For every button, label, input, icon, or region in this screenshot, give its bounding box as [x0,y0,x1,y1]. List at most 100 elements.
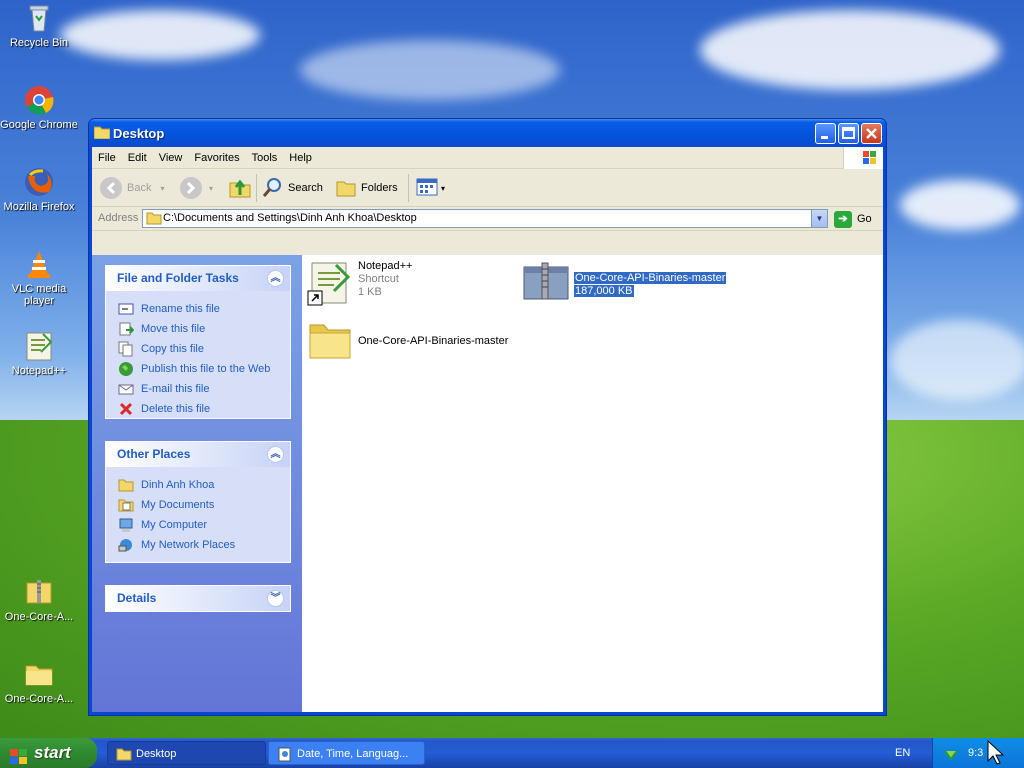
place-my-documents[interactable]: My Documents [118,495,290,515]
place-user-folder[interactable]: Dinh Anh Khoa [118,475,290,495]
back-button[interactable]: Back ▾ [100,175,164,201]
menu-tools[interactable]: Tools [246,147,284,169]
forward-arrow-icon [180,177,202,199]
desktop-icon-label: Google Chrome [0,119,78,131]
chevron-up-icon[interactable]: ︽ [267,270,284,287]
taskbar-item-date-time[interactable]: Date, Time, Languag... [268,741,425,765]
maximize-icon [842,127,855,139]
close-icon [866,128,877,139]
cloud [890,320,1024,400]
start-button[interactable]: start [0,738,97,768]
folders-button[interactable]: Folders [335,175,398,201]
file-item-zip-selected[interactable]: One-Core-API-Binaries-master 187,000 KB [522,259,727,307]
task-move[interactable]: Move this file [118,319,290,339]
globe-icon [118,361,134,377]
zip-folder-icon [23,576,55,608]
taskbar-item-label: Date, Time, Languag... [297,748,409,760]
network-icon [118,537,134,553]
desktop-icon-recycle-bin[interactable]: Recycle Bin [0,2,78,49]
mouse-cursor-icon [986,739,1005,768]
address-bar: Address C:\Documents and Settings\Dinh A… [92,207,883,231]
file-name: One-Core-API-Binaries-master [574,272,727,284]
place-label: My Documents [141,499,215,511]
menu-favorites[interactable]: Favorites [188,147,245,169]
delete-icon [118,401,134,417]
task-publish-web[interactable]: Publish this file to the Web [118,359,290,379]
toolbar-separator [408,174,409,202]
network-tray-icon[interactable] [943,745,959,768]
panel-header[interactable]: Other Places ︽ [106,442,290,467]
desktop-icon-notepadpp[interactable]: Notepad++ [0,330,78,377]
address-field[interactable]: C:\Documents and Settings\Dinh Anh Khoa\… [142,209,828,228]
panel-header[interactable]: File and Folder Tasks ︽ [106,266,290,291]
panel-title: Other Places [117,447,191,461]
task-copy[interactable]: Copy this file [118,339,290,359]
taskbar-item-desktop[interactable]: Desktop [107,741,266,765]
search-label: Search [288,182,323,194]
place-network[interactable]: My Network Places [118,535,290,555]
up-folder-button[interactable] [228,175,252,201]
task-pane: File and Folder Tasks ︽ Rename this file… [92,255,302,712]
desktop-icon-vlc[interactable]: VLC media player [0,248,78,307]
desktop-icon-mozilla-firefox[interactable]: Mozilla Firefox [0,166,78,213]
file-size: 187,000 KB [574,285,634,297]
search-icon [262,176,284,201]
clock[interactable]: 9:3 [968,738,983,768]
desktop-icon-label: One-Core-A... [4,693,74,705]
address-label: Address [98,212,139,224]
task-email[interactable]: E-mail this file [118,379,290,399]
taskbar-item-label: Desktop [136,748,177,760]
place-my-computer[interactable]: My Computer [118,515,290,535]
search-button[interactable]: Search [262,175,323,201]
computer-icon [118,517,134,533]
menu-help[interactable]: Help [283,147,318,169]
firefox-icon [23,166,55,198]
desktop-icon-folder[interactable]: One-Core-A... [0,658,78,705]
desktop-icon-zip[interactable]: One-Core-A... [0,576,78,623]
my-documents-icon [118,497,134,513]
forward-dropdown-icon: ▾ [209,183,214,193]
task-label: Publish this file to the Web [141,363,271,375]
chevron-up-icon[interactable]: ︽ [267,446,284,463]
task-label: Delete this file [141,403,211,415]
folders-label: Folders [361,182,398,194]
panel-title: File and Folder Tasks [117,271,239,285]
close-button[interactable] [861,123,882,144]
menu-bar: File Edit View Favorites Tools Help [92,147,883,169]
details-panel: Details ︾ [105,585,291,612]
place-label: My Computer [141,519,208,531]
place-label: Dinh Anh Khoa [141,479,215,491]
title-bar[interactable]: Desktop [89,119,886,147]
windows-flag-icon [10,745,28,764]
task-label: Copy this file [141,343,204,355]
toolbar: Back ▾ ▾ Search Folders ▾ [92,169,883,207]
go-button[interactable]: ➔ Go [834,210,872,228]
recycle-bin-icon [23,2,55,34]
back-arrow-icon [100,177,122,199]
menu-view[interactable]: View [153,147,189,169]
chevron-down-icon[interactable]: ︾ [267,590,284,607]
views-button[interactable]: ▾ [415,175,445,201]
address-dropdown-button[interactable]: ▼ [811,210,827,227]
maximize-button[interactable] [838,123,859,144]
language-indicator[interactable]: EN [895,738,910,768]
file-item-folder[interactable]: One-Core-API-Binaries-master [306,317,508,365]
folders-icon [335,176,357,201]
file-list: Notepad++ Shortcut 1 KB One-Core-API-Bin… [302,255,883,712]
file-size: 1 KB [358,286,382,298]
task-rename[interactable]: Rename this file [118,299,290,319]
panel-header[interactable]: Details ︾ [106,586,290,611]
task-label: E-mail this file [141,383,210,395]
file-folder-tasks-panel: File and Folder Tasks ︽ Rename this file… [105,265,291,419]
menu-edit[interactable]: Edit [122,147,153,169]
menu-file[interactable]: File [92,147,122,169]
minimize-button[interactable] [815,123,836,144]
address-value: C:\Documents and Settings\Dinh Anh Khoa\… [163,212,417,224]
control-panel-icon [277,746,293,764]
task-delete[interactable]: Delete this file [118,399,290,419]
file-item-notepadpp[interactable]: Notepad++ Shortcut 1 KB [306,259,412,307]
cloud [700,10,1000,90]
desktop-icon-google-chrome[interactable]: Google Chrome [0,84,78,131]
forward-button[interactable]: ▾ [180,175,213,201]
folder-icon [23,658,55,690]
